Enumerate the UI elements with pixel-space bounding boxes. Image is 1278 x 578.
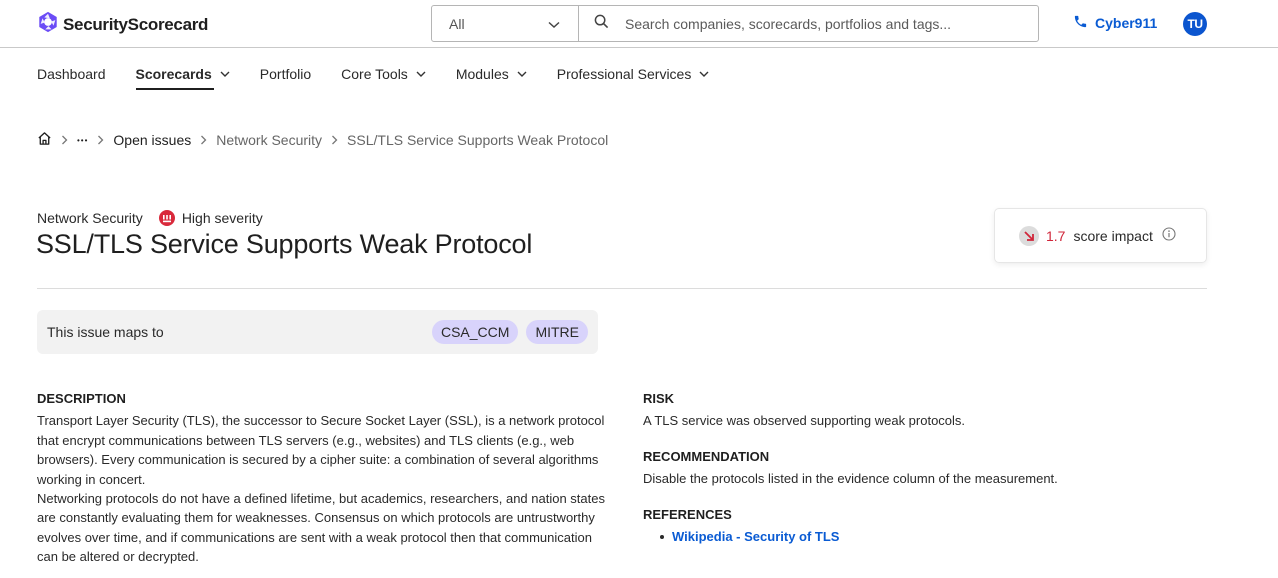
mapping-label: This issue maps to xyxy=(47,324,164,340)
arrow-down-right-icon xyxy=(1019,225,1039,246)
main-nav: Dashboard Scorecards Portfolio Core Tool… xyxy=(37,64,739,90)
chevron-down-icon xyxy=(517,66,527,82)
chevron-down-icon xyxy=(548,16,560,32)
nav-item-label: Portfolio xyxy=(259,66,312,82)
cyber911-label: Cyber911 xyxy=(1095,15,1158,31)
risk-text: A TLS service was observed supporting we… xyxy=(643,413,966,429)
nav-item-scorecards[interactable]: Scorecards xyxy=(135,64,230,90)
tag-csa-ccm[interactable]: CSA_CCM xyxy=(431,320,519,344)
references-section: REFERENCES Wikipedia - Security of TLS xyxy=(643,505,1203,547)
breadcrumb-network-security[interactable]: Network Security xyxy=(216,132,322,148)
chevron-right-icon xyxy=(331,135,338,145)
phone-icon xyxy=(1073,14,1088,32)
mapping-tags: CSA_CCM MITRE xyxy=(431,320,588,344)
logo-icon xyxy=(37,11,59,38)
divider xyxy=(37,288,1207,289)
score-impact-label: score impact xyxy=(1073,227,1153,244)
brand-name: SecurityScorecard xyxy=(63,14,209,34)
references-list: Wikipedia - Security of TLS xyxy=(643,527,1203,546)
breadcrumb-current: SSL/TLS Service Supports Weak Protocol xyxy=(347,132,609,148)
chevron-right-icon xyxy=(61,135,68,145)
info-icon[interactable] xyxy=(1162,227,1176,244)
chevron-right-icon xyxy=(200,135,207,145)
breadcrumb-ellipsis[interactable]: ••• xyxy=(77,136,88,145)
nav-item-core-tools[interactable]: Core Tools xyxy=(341,64,426,84)
description-heading: DESCRIPTION xyxy=(37,391,126,406)
recommendation-section: RECOMMENDATION Disable the protocols lis… xyxy=(643,447,1203,489)
search-icon xyxy=(594,14,609,34)
high-severity-icon xyxy=(158,210,175,226)
nav-item-portfolio[interactable]: Portfolio xyxy=(260,64,311,84)
references-heading: REFERENCES xyxy=(643,506,732,522)
search-group: All xyxy=(431,5,1039,42)
nav-item-label: Scorecards xyxy=(135,66,212,82)
search-box xyxy=(579,6,1038,41)
nav-item-modules[interactable]: Modules xyxy=(456,64,527,84)
score-impact-value: 1.7 xyxy=(1046,227,1066,244)
tag-mitre[interactable]: MITRE xyxy=(526,320,588,344)
breadcrumb: ••• Open issues Network Security SSL/TLS… xyxy=(37,131,608,149)
nav-item-label: Dashboard xyxy=(37,66,106,82)
search-input[interactable] xyxy=(625,15,1025,32)
chevron-down-icon xyxy=(699,66,709,82)
risk-section: RISK A TLS service was observed supporti… xyxy=(643,389,1203,431)
score-impact-card: 1.7 score impact xyxy=(994,208,1207,263)
page-title: SSL/TLS Service Supports Weak Protocol xyxy=(36,229,533,259)
recommendation-heading: RECOMMENDATION xyxy=(643,448,770,464)
severity-badge: High severity xyxy=(158,210,263,226)
reference-link-wikipedia[interactable]: Wikipedia - Security of TLS xyxy=(672,527,839,546)
nav-item-dashboard[interactable]: Dashboard xyxy=(37,64,106,84)
issue-mapping: This issue maps to CSA_CCM MITRE xyxy=(37,310,598,354)
nav-item-professional-services[interactable]: Professional Services xyxy=(557,64,710,84)
issue-meta: Network Security High severity xyxy=(37,210,263,226)
top-header: SecurityScorecard All Cyber911 TU xyxy=(0,0,1278,48)
breadcrumb-open-issues[interactable]: Open issues xyxy=(113,132,191,148)
chevron-down-icon xyxy=(416,66,426,82)
description-section: DESCRIPTION Transport Layer Security (TL… xyxy=(37,389,607,567)
description-paragraph: Networking protocols do not have a defin… xyxy=(37,491,605,565)
home-icon[interactable] xyxy=(37,131,52,149)
chevron-right-icon xyxy=(97,135,104,145)
recommendation-text: Disable the protocols listed in the evid… xyxy=(643,471,1058,487)
bullet xyxy=(660,534,664,539)
nav-item-label: Core Tools xyxy=(341,66,408,82)
brand-logo[interactable]: SecurityScorecard xyxy=(37,11,208,38)
search-scope-select[interactable]: All xyxy=(432,6,579,41)
details-section: RISK A TLS service was observed supporti… xyxy=(643,389,1203,562)
reference-item: Wikipedia - Security of TLS xyxy=(660,527,1203,546)
issue-category: Network Security xyxy=(37,210,143,226)
chevron-down-icon xyxy=(220,66,230,82)
risk-heading: RISK xyxy=(643,391,675,406)
cyber911-link[interactable]: Cyber911 xyxy=(1073,14,1157,32)
nav-item-label: Professional Services xyxy=(556,66,692,82)
severity-label: High severity xyxy=(181,210,263,226)
search-scope-value: All xyxy=(449,15,465,32)
user-avatar[interactable]: TU xyxy=(1183,12,1207,36)
description-paragraph: Transport Layer Security (TLS), the succ… xyxy=(37,413,605,487)
nav-item-label: Modules xyxy=(455,66,509,82)
